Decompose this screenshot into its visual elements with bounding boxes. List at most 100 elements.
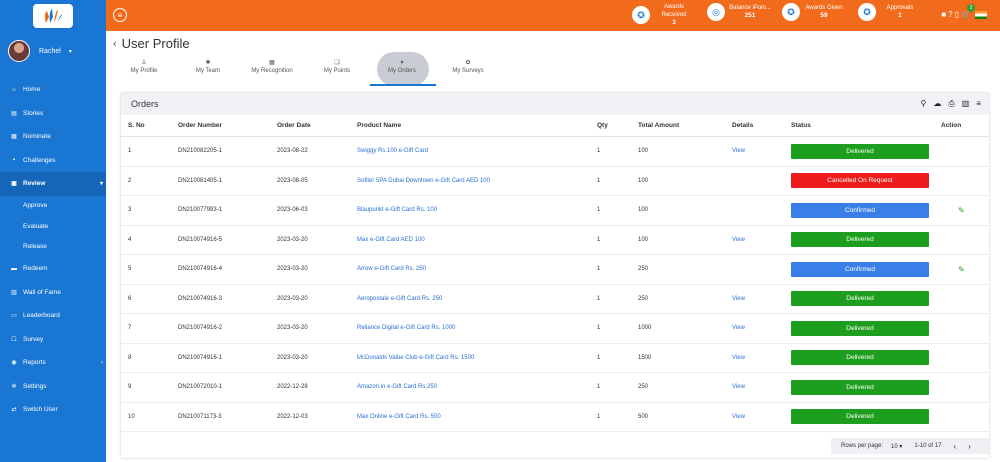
stat-value: 3 bbox=[672, 19, 676, 26]
column-header[interactable]: Order Number bbox=[178, 115, 222, 136]
product-link[interactable]: Sofitel SPA Dubai Downtown e-Gift Card A… bbox=[357, 167, 490, 196]
sidebar-item-release[interactable]: Release bbox=[0, 237, 106, 258]
stat-balance-points[interactable]: ◎ Balance iPoin... 251 bbox=[707, 3, 771, 21]
stat-awards-given[interactable]: ✪ Awards Given 59 bbox=[782, 3, 844, 21]
sidebar-item-stories[interactable]: ▤ Stories bbox=[0, 102, 106, 126]
product-link[interactable]: Swiggy Rs.100 e-Gift Card bbox=[357, 137, 428, 166]
view-details-link[interactable]: View bbox=[732, 403, 745, 432]
sidebar-item-label: Approve bbox=[23, 202, 48, 210]
chevron-down-icon: ▾ bbox=[899, 443, 903, 450]
sidebar-item-label: Redeem bbox=[23, 265, 48, 273]
sidebar-item-survey[interactable]: ☐ Survey bbox=[0, 328, 106, 352]
view-details-link[interactable]: View bbox=[732, 226, 745, 255]
tab-my-recognition[interactable]: ▦ My Recognition bbox=[240, 56, 304, 85]
sidebar-item-challenges[interactable]: ▪ Challenges bbox=[0, 149, 106, 173]
sidebar-item-home[interactable]: ⌂ Home bbox=[0, 78, 106, 102]
sidebar-item-reports[interactable]: ◉ Reports ‹ bbox=[0, 351, 106, 375]
sidebar-item-redeem[interactable]: ▬ Redeem bbox=[0, 257, 106, 281]
tab-active-underline bbox=[370, 84, 436, 86]
rows-per-page-select[interactable]: 10 ▾ bbox=[891, 443, 902, 450]
cell-serial-number: 1 bbox=[128, 148, 132, 155]
view-details-link[interactable]: View bbox=[732, 137, 745, 166]
view-details-link[interactable]: View bbox=[732, 285, 745, 314]
product-link[interactable]: McDonalds Value Club e-Gift Card Rs. 150… bbox=[357, 344, 474, 373]
cell-order-date: 2023-03-20 bbox=[277, 236, 308, 243]
sidebar-item-label: Survey bbox=[23, 335, 44, 343]
download-icon[interactable]: ☁ bbox=[933, 99, 941, 109]
back-arrow-icon[interactable]: ‹ bbox=[113, 38, 117, 50]
sidebar-item-settings[interactable]: ✲ Settings bbox=[0, 375, 106, 399]
cell-order-date: 2023-06-03 bbox=[277, 207, 308, 214]
edit-icon[interactable]: ✎ bbox=[958, 255, 965, 284]
cart-icon: ▾ bbox=[400, 60, 404, 66]
previous-page-icon[interactable]: ‹ bbox=[953, 442, 956, 451]
india-flag-icon[interactable] bbox=[975, 10, 987, 19]
view-details-link[interactable]: View bbox=[732, 314, 745, 343]
view-details-link[interactable]: View bbox=[732, 373, 745, 402]
help-icon[interactable]: ? bbox=[948, 10, 952, 19]
award-icon: ✪ bbox=[782, 3, 800, 21]
stat-value: 251 bbox=[744, 12, 756, 19]
cell-total-amount: 500 bbox=[638, 413, 649, 420]
sidebar-item-label: Reports bbox=[23, 359, 46, 367]
tab-label: My Recognition bbox=[251, 68, 293, 74]
search-icon[interactable]: ⚲ bbox=[921, 99, 927, 109]
home-icon: ⌂ bbox=[12, 86, 16, 93]
sidebar-item-label: Wall of Fame bbox=[23, 288, 62, 296]
switch-user-icon: ⇄ bbox=[11, 407, 17, 414]
user-menu[interactable]: Rachel ▾ bbox=[8, 40, 72, 62]
sidebar-item-nominate[interactable]: ▦ Nominate bbox=[0, 125, 106, 149]
award-icon: ✪ bbox=[632, 6, 650, 24]
column-header[interactable]: Product Name bbox=[357, 115, 401, 136]
product-link[interactable]: Blaupunkt e-Gift Card Rs. 100 bbox=[357, 196, 437, 225]
tab-my-team[interactable]: ✱ My Team bbox=[176, 56, 240, 85]
sidebar-item-review[interactable]: ▣ Review ▾ bbox=[0, 172, 106, 196]
orders-header: Orders ⚲ ☁ ⎙ ▥ ≡ bbox=[121, 93, 989, 115]
product-link[interactable]: Amazon.in e-Gift Card Rs.250 bbox=[357, 373, 437, 402]
sidebar-item-evaluate[interactable]: Evaluate bbox=[0, 216, 106, 237]
cell-status: Confirmed bbox=[791, 255, 929, 284]
tab-my-surveys[interactable]: ✿ My Surveys bbox=[436, 56, 500, 85]
cart-icon[interactable]: 🛒 2 bbox=[961, 4, 975, 19]
print-icon[interactable]: ⎙ bbox=[948, 99, 954, 109]
column-header[interactable]: Order Date bbox=[277, 115, 311, 136]
column-header[interactable]: S. No bbox=[128, 115, 145, 136]
chat-icon[interactable]: ■ bbox=[941, 10, 946, 19]
app-logo[interactable] bbox=[33, 4, 73, 28]
cell-total-amount: 100 bbox=[638, 236, 649, 243]
column-header[interactable]: Details bbox=[732, 115, 753, 136]
menu-button[interactable]: ≡ bbox=[113, 8, 127, 22]
cell-quantity: 1 bbox=[597, 266, 601, 273]
settings-icon: ✲ bbox=[11, 383, 17, 390]
sidebar-item-wall-of-fame[interactable]: ▥ Wall of Fame bbox=[0, 281, 106, 305]
edit-icon[interactable]: ✎ bbox=[958, 196, 965, 225]
document-icon[interactable]: ▯ bbox=[955, 10, 959, 19]
stat-approvals[interactable]: ✪ Approvals 1 bbox=[858, 3, 920, 21]
tab-my-profile[interactable]: ♙ My Profile bbox=[112, 56, 176, 85]
stat-label: Balance iPoin... bbox=[729, 5, 771, 11]
cell-status: Delivered bbox=[791, 314, 929, 343]
pagination: Rows per page: 10 ▾ 1-10 of 17 ‹ › bbox=[831, 438, 989, 454]
product-link[interactable]: Max e-Gift Card AED 100 bbox=[357, 226, 425, 255]
sidebar-item-leaderboard[interactable]: ▭ Leaderboard bbox=[0, 304, 106, 328]
product-link[interactable]: Aeropostale e-Gift Card Rs. 250 bbox=[357, 285, 442, 314]
sidebar-item-switch-user[interactable]: ⇄ Switch User bbox=[0, 398, 106, 422]
coins-icon: ◎ bbox=[707, 3, 725, 21]
columns-icon[interactable]: ▥ bbox=[962, 99, 970, 109]
table-toolbar: ⚲ ☁ ⎙ ▥ ≡ bbox=[921, 99, 982, 109]
product-link[interactable]: Reliance Digital e-Gift Card Rs. 1000 bbox=[357, 314, 455, 343]
column-header[interactable]: Action bbox=[941, 115, 961, 136]
stat-awards-received[interactable]: ✪ Awards Received 3 bbox=[632, 3, 694, 27]
cell-order-number: DN210074916-1 bbox=[178, 354, 223, 361]
column-header[interactable]: Status bbox=[791, 115, 811, 136]
column-header[interactable]: Total Amount bbox=[638, 115, 679, 136]
next-page-icon[interactable]: › bbox=[968, 442, 971, 451]
column-header[interactable]: Qty bbox=[597, 115, 608, 136]
view-details-link[interactable]: View bbox=[732, 344, 745, 373]
tab-my-points[interactable]: ❏ My Points bbox=[305, 56, 369, 85]
product-link[interactable]: Arrow e-Gift Card Rs. 250 bbox=[357, 255, 426, 284]
product-link[interactable]: Max Online e-Gift Card Rs. 500 bbox=[357, 403, 441, 432]
sidebar-item-approve[interactable]: Approve bbox=[0, 196, 106, 217]
tab-my-orders[interactable]: ▾ My Orders bbox=[370, 52, 434, 86]
filter-icon[interactable]: ≡ bbox=[976, 99, 981, 109]
